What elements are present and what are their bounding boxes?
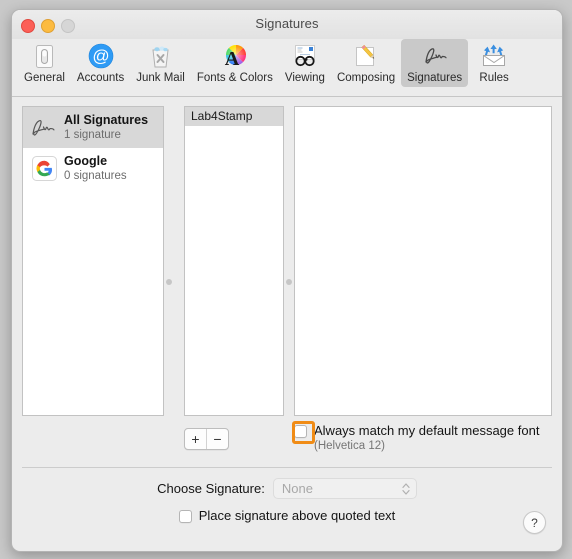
account-text: All Signatures 1 signature	[64, 113, 148, 142]
remove-signature-button[interactable]: −	[207, 429, 228, 449]
account-name: All Signatures	[64, 113, 149, 128]
place-signature-checkbox[interactable]	[178, 510, 192, 523]
google-g-icon	[29, 154, 59, 184]
toolbar-label: Junk Mail	[136, 72, 185, 84]
account-row-google[interactable]: Google 0 signatures	[23, 148, 163, 189]
signature-list-item[interactable]: Lab4Stamp	[185, 107, 283, 126]
always-match-font-label: Always match my default message font	[314, 423, 540, 438]
toolbar-item-general[interactable]: General	[18, 39, 71, 87]
splitter-handle-dot	[166, 279, 172, 285]
toolbar-label: Signatures	[407, 72, 463, 84]
toolbar-item-junk-mail[interactable]: Junk Mail	[130, 39, 191, 87]
envelope-arrows-icon	[480, 42, 508, 70]
choose-signature-value: None	[281, 481, 313, 496]
splitter-handle-dot	[286, 279, 292, 285]
toolbar-item-accounts[interactable]: @ Accounts	[71, 39, 130, 87]
account-text: Google 0 signatures	[64, 154, 127, 183]
toolbar-label: Rules	[479, 72, 509, 84]
signature-list-pane[interactable]: Lab4Stamp	[184, 106, 284, 416]
account-name: Google	[64, 154, 108, 169]
signature-preview-pane[interactable]	[294, 106, 552, 416]
toolbar-item-fonts-colors[interactable]: A Fonts & Colors	[191, 39, 279, 87]
signatures-preferences-window: Signatures General @ Accounts Junk Mail …	[11, 9, 563, 552]
trash-can-icon	[147, 42, 175, 70]
default-message-font-value: (Helvetica 12)	[314, 440, 385, 452]
splitter-list-preview[interactable]	[284, 106, 294, 416]
toolbar-item-composing[interactable]: Composing	[331, 39, 401, 87]
place-signature-label: Place signature above quoted text	[198, 508, 396, 523]
section-divider	[22, 467, 552, 468]
window-title: Signatures	[255, 16, 319, 31]
accounts-list-pane[interactable]: All Signatures 1 signature Google 0 sign…	[22, 106, 164, 416]
place-signature-row: Place signature above quoted text	[12, 508, 562, 523]
add-signature-button[interactable]: +	[185, 429, 207, 449]
font-color-wheel-icon: A	[221, 42, 249, 70]
preferences-toolbar: General @ Accounts Junk Mail A Fonts & C…	[12, 39, 562, 97]
account-signature-count: 0 signatures	[64, 169, 127, 182]
help-button[interactable]: ?	[523, 511, 546, 534]
general-switch-icon	[30, 42, 58, 70]
signature-icon	[421, 42, 449, 70]
pencil-notepad-icon	[352, 42, 380, 70]
chevron-updown-icon	[402, 482, 410, 497]
always-match-font-row: Always match my default message font (He…	[294, 423, 539, 452]
account-row-all-signatures[interactable]: All Signatures 1 signature	[23, 107, 163, 148]
account-signature-count: 1 signature	[64, 128, 121, 141]
choose-signature-label: Choose Signature:	[157, 481, 265, 496]
toolbar-label: Accounts	[76, 72, 125, 84]
eyeglasses-icon	[291, 42, 319, 70]
svg-text:A: A	[225, 48, 240, 69]
choose-signature-dropdown[interactable]: None	[272, 478, 417, 499]
signature-squiggle-icon	[29, 113, 59, 143]
choose-signature-row: Choose Signature: None	[12, 478, 562, 499]
always-match-font-texts: Always match my default message font (He…	[314, 423, 539, 452]
splitter-accounts-list[interactable]	[164, 106, 174, 416]
toolbar-item-viewing[interactable]: Viewing	[279, 39, 331, 87]
signatures-panes: All Signatures 1 signature Google 0 sign…	[22, 106, 552, 416]
toolbar-label: Composing	[336, 72, 396, 84]
svg-text:@: @	[92, 47, 109, 66]
toolbar-label: General	[24, 72, 65, 84]
at-sign-icon: @	[87, 42, 115, 70]
window-titlebar: Signatures	[12, 10, 562, 39]
toolbar-label: Viewing	[284, 72, 325, 84]
always-match-font-checkbox[interactable]	[294, 425, 307, 438]
toolbar-item-signatures[interactable]: Signatures	[401, 39, 469, 87]
toolbar-item-rules[interactable]: Rules	[468, 39, 520, 87]
toolbar-label: Fonts & Colors	[196, 72, 273, 84]
signature-add-remove-control: + −	[184, 428, 229, 450]
